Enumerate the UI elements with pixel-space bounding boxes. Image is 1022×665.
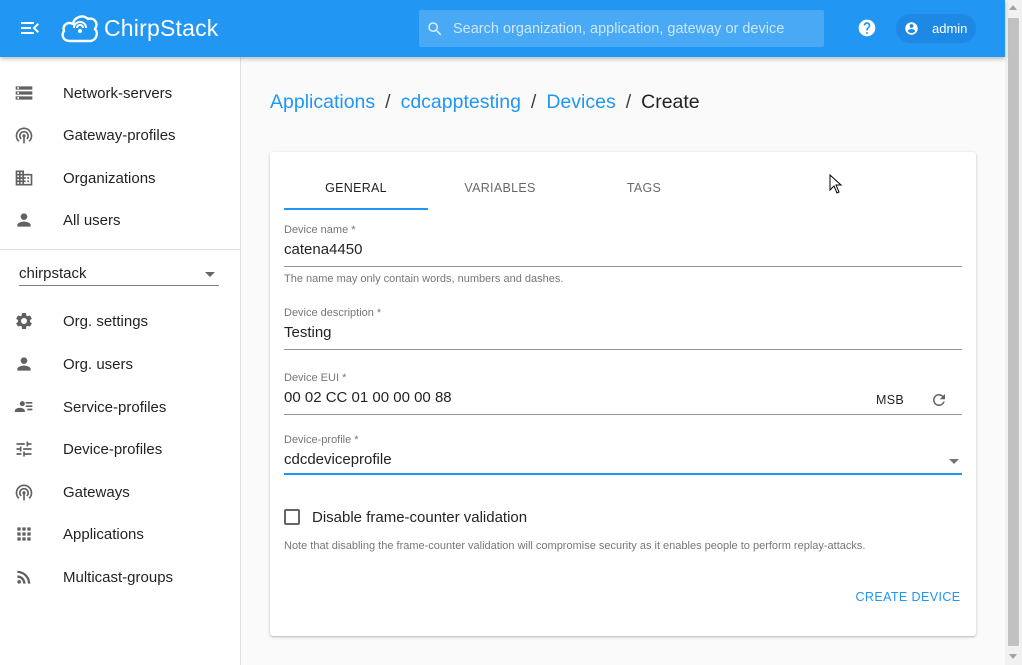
app-header: ChirpStack admin <box>0 0 1005 57</box>
sidebar-item-device-profiles[interactable]: Device-profiles <box>0 428 240 470</box>
sidebar-item-all-users[interactable]: All users <box>0 199 240 241</box>
create-device-button[interactable]: CREATE DEVICE <box>850 584 966 610</box>
device-name-input[interactable] <box>284 241 962 258</box>
antenna-icon <box>15 127 33 144</box>
disable-fcnt-checkbox[interactable] <box>284 509 300 525</box>
breadcrumb: Applications / cdcapptesting / Devices /… <box>270 91 700 114</box>
device-description-label: Device description * <box>284 307 382 319</box>
sidebar-item-service-profiles[interactable]: Service-profiles <box>0 386 240 428</box>
sidebar-item-label: Gateway-profiles <box>63 126 176 144</box>
create-device-card: GENERAL VARIABLES TAGS Device name * The… <box>270 152 976 636</box>
sidebar: Network-servers Gateway-profiles Organiz… <box>0 57 241 665</box>
sidebar-item-label: Org. settings <box>63 312 149 330</box>
device-name-helper: The name may only contain words, numbers… <box>284 273 564 285</box>
antenna-icon <box>15 484 33 501</box>
device-eui-field: Device EUI * MSB <box>284 372 962 417</box>
person-icon <box>17 357 31 371</box>
disable-fcnt-label[interactable]: Disable frame-counter validation <box>312 509 527 526</box>
byte-order-toggle-button[interactable]: MSB <box>876 393 904 407</box>
organization-select-value: chirpstack <box>19 265 87 282</box>
tune-icon <box>16 441 32 457</box>
account-circle-icon <box>905 22 918 35</box>
sidebar-item-gateways[interactable]: Gateways <box>0 471 240 513</box>
sidebar-item-label: Org. users <box>63 355 134 373</box>
device-profile-label: Device-profile * <box>284 434 359 446</box>
organization-select[interactable]: chirpstack <box>19 260 219 286</box>
help-button[interactable] <box>857 18 877 38</box>
sidebar-item-label: Multicast-groups <box>63 568 174 586</box>
sidebar-divider <box>0 249 240 250</box>
sidebar-item-organizations[interactable]: Organizations <box>0 157 240 199</box>
chevron-down-icon[interactable] <box>949 459 959 464</box>
device-description-input[interactable] <box>284 324 962 341</box>
breadcrumb-devices-link[interactable]: Devices <box>546 91 615 114</box>
tab-variables[interactable]: VARIABLES <box>428 166 572 210</box>
device-eui-input[interactable] <box>284 389 844 406</box>
breadcrumb-applications-link[interactable]: Applications <box>270 91 375 114</box>
sidebar-item-label: Applications <box>63 525 144 543</box>
server-icon <box>15 86 33 100</box>
chevron-down-icon <box>205 272 215 277</box>
sidebar-item-applications[interactable]: Applications <box>0 513 240 555</box>
disable-fcnt-row[interactable]: Disable frame-counter validation <box>284 506 527 528</box>
sidebar-item-org-users[interactable]: Org. users <box>0 343 240 385</box>
scrollbar-thumb[interactable] <box>1008 18 1019 646</box>
user-menu-button[interactable]: admin <box>896 14 976 43</box>
search-box[interactable] <box>419 10 824 47</box>
sidebar-item-multicast-groups[interactable]: Multicast-groups <box>0 556 240 598</box>
sidebar-item-label: Device-profiles <box>63 440 163 458</box>
sidebar-item-label: All users <box>63 211 121 229</box>
device-profile-underline <box>284 473 962 475</box>
device-profile-select-value[interactable]: cdcdeviceprofile <box>284 451 962 468</box>
breadcrumb-separator: / <box>385 91 391 113</box>
device-eui-label: Device EUI * <box>284 372 347 384</box>
tab-tags[interactable]: TAGS <box>572 166 716 210</box>
device-name-field: Device name * The name may only contain … <box>284 224 962 286</box>
menu-open-icon <box>21 22 39 34</box>
account-list-icon <box>14 401 33 412</box>
device-name-underline <box>284 266 962 267</box>
scroll-down-arrow-icon[interactable] <box>1009 654 1017 659</box>
rss-icon <box>17 570 31 584</box>
device-profile-field[interactable]: Device-profile * cdcdeviceprofile <box>284 434 962 479</box>
device-name-label: Device name * <box>284 224 356 236</box>
breadcrumb-separator: / <box>530 91 537 113</box>
device-description-field: Device description * <box>284 307 962 352</box>
sidebar-item-network-servers[interactable]: Network-servers <box>0 72 240 114</box>
mouse-cursor-icon <box>829 174 843 194</box>
person-icon <box>17 213 31 227</box>
refresh-icon[interactable] <box>930 391 948 409</box>
page-scrollbar[interactable] <box>1005 0 1022 665</box>
breadcrumb-separator: / <box>625 91 632 113</box>
sidebar-item-label: Organizations <box>63 169 156 187</box>
chirpstack-logo[interactable]: ChirpStack <box>60 9 218 47</box>
device-description-underline <box>284 349 962 350</box>
search-icon <box>428 21 442 35</box>
user-name: admin <box>932 21 968 36</box>
help-icon <box>858 19 876 37</box>
tab-general[interactable]: GENERAL <box>284 166 428 210</box>
scroll-up-arrow-icon[interactable] <box>1009 5 1017 10</box>
collapse-menu-button[interactable] <box>18 16 42 40</box>
search-input[interactable] <box>453 20 824 37</box>
sidebar-item-label: Gateways <box>63 483 130 501</box>
gear-icon <box>16 312 32 329</box>
sidebar-item-gateway-profiles[interactable]: Gateway-profiles <box>0 114 240 156</box>
logo-text: ChirpStack <box>104 14 219 41</box>
apps-grid-icon <box>17 527 31 541</box>
sidebar-item-label: Network-servers <box>63 84 173 102</box>
device-eui-underline <box>284 414 962 415</box>
building-icon <box>15 170 33 186</box>
sidebar-item-org-settings[interactable]: Org. settings <box>0 300 240 342</box>
active-tab-indicator <box>284 208 428 210</box>
breadcrumb-current: Create <box>641 91 700 113</box>
tab-bar: GENERAL VARIABLES TAGS <box>284 166 964 210</box>
sidebar-item-label: Service-profiles <box>63 398 167 416</box>
disable-fcnt-note: Note that disabling the frame-counter va… <box>284 540 866 552</box>
chirpstack-logo-icon <box>61 15 98 43</box>
breadcrumb-application-link[interactable]: cdcapptesting <box>401 91 521 114</box>
